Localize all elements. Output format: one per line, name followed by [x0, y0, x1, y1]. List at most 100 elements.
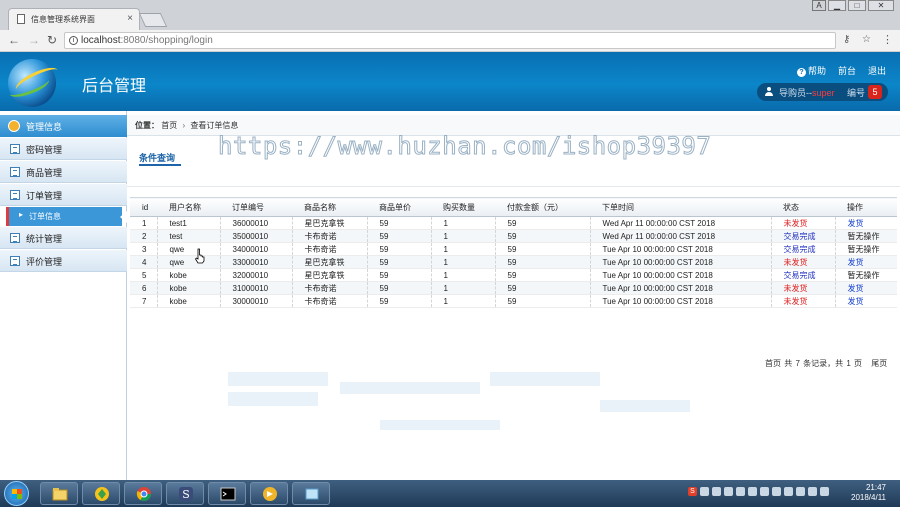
- sidebar-item-label: 密码管理: [26, 145, 63, 155]
- menu-icon[interactable]: ⋮: [882, 33, 893, 46]
- table-row: 5 kobe 32000010 星巴克拿铁 59 1 59 Tue Apr 10…: [130, 268, 897, 282]
- browser-tab[interactable]: 信息管理系统界面 ×: [8, 8, 140, 30]
- tray-icon[interactable]: [724, 487, 733, 496]
- breadcrumb-home[interactable]: 首页: [161, 121, 177, 130]
- svg-text:S: S: [182, 488, 190, 501]
- help-label: 帮助: [807, 66, 826, 76]
- column-header: 付款金额（元）: [495, 197, 590, 217]
- forward-icon[interactable]: →: [28, 33, 40, 47]
- sidebar-item-password[interactable]: 密码管理: [0, 138, 127, 160]
- cell-price: 59: [367, 255, 432, 269]
- key-icon[interactable]: ⚷: [843, 34, 850, 45]
- tray-icon[interactable]: [712, 487, 721, 496]
- cell-order-no: 35000010: [220, 229, 293, 243]
- sidebar-item-reviews[interactable]: 评价管理: [0, 250, 127, 272]
- ship-action-link[interactable]: 发货: [835, 255, 897, 269]
- user-icon[interactable]: A: [812, 0, 826, 11]
- tray-icon[interactable]: [736, 487, 745, 496]
- last-page-link[interactable]: 尾页: [871, 359, 887, 368]
- cell-username: kobe: [157, 268, 221, 282]
- taskbar-chrome[interactable]: [124, 482, 162, 505]
- clock-date: 2018/4/11: [851, 493, 886, 502]
- browser-tab-title: 信息管理系统界面: [31, 15, 95, 24]
- cell-order-no: 30000010: [220, 294, 293, 308]
- column-header: 购买数量: [431, 197, 495, 217]
- ime-icon[interactable]: S: [688, 487, 697, 496]
- ship-action-link[interactable]: 发货: [835, 216, 897, 230]
- taskbar-app[interactable]: [82, 482, 120, 505]
- number-badge: 5: [868, 85, 882, 99]
- cell-quantity: 1: [431, 281, 496, 295]
- no-action-text: 暂无操作: [835, 242, 897, 256]
- sidebar-item-products[interactable]: 商品管理: [0, 161, 127, 183]
- sidebar-item-orders[interactable]: 订单管理: [0, 184, 127, 206]
- taskbar-explorer[interactable]: [40, 482, 78, 505]
- ship-action-link[interactable]: 发货: [835, 281, 897, 295]
- tray-icon[interactable]: [748, 487, 757, 496]
- url-path: :8080/shopping/login: [120, 35, 213, 46]
- logout-link[interactable]: 退出: [868, 64, 886, 77]
- network-icon[interactable]: [808, 487, 817, 496]
- cell-order-no: 36000010: [220, 216, 293, 230]
- system-clock[interactable]: 21:47 2018/4/11: [851, 483, 886, 503]
- tray-icon[interactable]: [772, 487, 781, 496]
- cell-quantity: 1: [431, 294, 496, 308]
- sidebar-item-label: 商品管理: [26, 168, 63, 178]
- first-page-link[interactable]: 首页: [765, 359, 781, 368]
- watermark: https://www.huzhan.com/ishop39397: [217, 132, 712, 161]
- browser-tab-bar: 信息管理系统界面 × A ▁ □ ✕: [0, 0, 900, 30]
- ship-action-link[interactable]: 发货: [835, 294, 897, 308]
- help-link[interactable]: ? 帮助: [796, 64, 826, 77]
- cell-order-time: Wed Apr 11 00:00:00 CST 2018: [590, 229, 772, 243]
- pagination-summary: 共 7 条记录，共 1 页: [784, 359, 863, 368]
- tray-icon[interactable]: [700, 487, 709, 496]
- start-button[interactable]: [4, 481, 29, 506]
- taskbar-eclipse[interactable]: S: [166, 482, 204, 505]
- new-tab-button[interactable]: [138, 13, 168, 27]
- tray-icon[interactable]: [760, 487, 769, 496]
- person-icon: [765, 87, 773, 96]
- url-input[interactable]: i localhost:8080/shopping/login: [64, 32, 836, 49]
- list-icon: [10, 233, 20, 243]
- tab-underline: [139, 164, 181, 166]
- cell-order-no: 32000010: [220, 268, 293, 282]
- close-window-button[interactable]: ✕: [868, 0, 894, 11]
- background-artifact: [490, 372, 600, 386]
- status-badge: 未发货: [771, 281, 836, 295]
- cell-price: 59: [367, 229, 432, 243]
- back-icon[interactable]: ←: [8, 33, 20, 47]
- cell-amount: 59: [495, 294, 591, 308]
- tray-icon[interactable]: [796, 487, 805, 496]
- background-artifact: [340, 382, 480, 394]
- info-icon[interactable]: i: [69, 36, 78, 45]
- background-artifact: [600, 400, 690, 412]
- cell-price: 59: [367, 242, 432, 256]
- terminal-icon: [220, 487, 236, 501]
- taskbar-app2[interactable]: [250, 482, 288, 505]
- minimize-button[interactable]: ▁: [828, 0, 846, 11]
- maximize-button[interactable]: □: [848, 0, 866, 11]
- bookmark-star-icon[interactable]: ☆: [862, 34, 871, 45]
- tab-filter-query[interactable]: 条件查询: [139, 151, 175, 164]
- tray-icon[interactable]: [784, 487, 793, 496]
- background-artifact: [380, 420, 500, 430]
- cell-id: 3: [130, 242, 158, 256]
- taskbar-app3[interactable]: [292, 482, 330, 505]
- table-row: 6 kobe 31000010 卡布奇诺 59 1 59 Tue Apr 10 …: [130, 281, 897, 295]
- table-row: 3 qwe 34000010 卡布奇诺 59 1 59 Tue Apr 10 0…: [130, 242, 897, 256]
- collapse-icon[interactable]: [8, 120, 20, 132]
- window-icon: [305, 488, 319, 500]
- taskbar-terminal[interactable]: [208, 482, 246, 505]
- reload-icon[interactable]: ↻: [47, 33, 57, 47]
- cell-price: 59: [367, 268, 432, 282]
- close-tab-icon[interactable]: ×: [127, 13, 133, 24]
- volume-icon[interactable]: [820, 487, 829, 496]
- cell-quantity: 1: [431, 229, 496, 243]
- sidebar-subitem-order-info[interactable]: 订单信息: [0, 207, 127, 226]
- cell-order-time: Tue Apr 10 00:00:00 CST 2018: [590, 294, 772, 308]
- cell-amount: 59: [495, 229, 591, 243]
- sidebar-item-statistics[interactable]: 统计管理: [0, 227, 127, 249]
- frontend-link[interactable]: 前台: [838, 64, 856, 77]
- cell-price: 59: [367, 294, 432, 308]
- sidebar-subitem-label: 订单信息: [6, 207, 122, 226]
